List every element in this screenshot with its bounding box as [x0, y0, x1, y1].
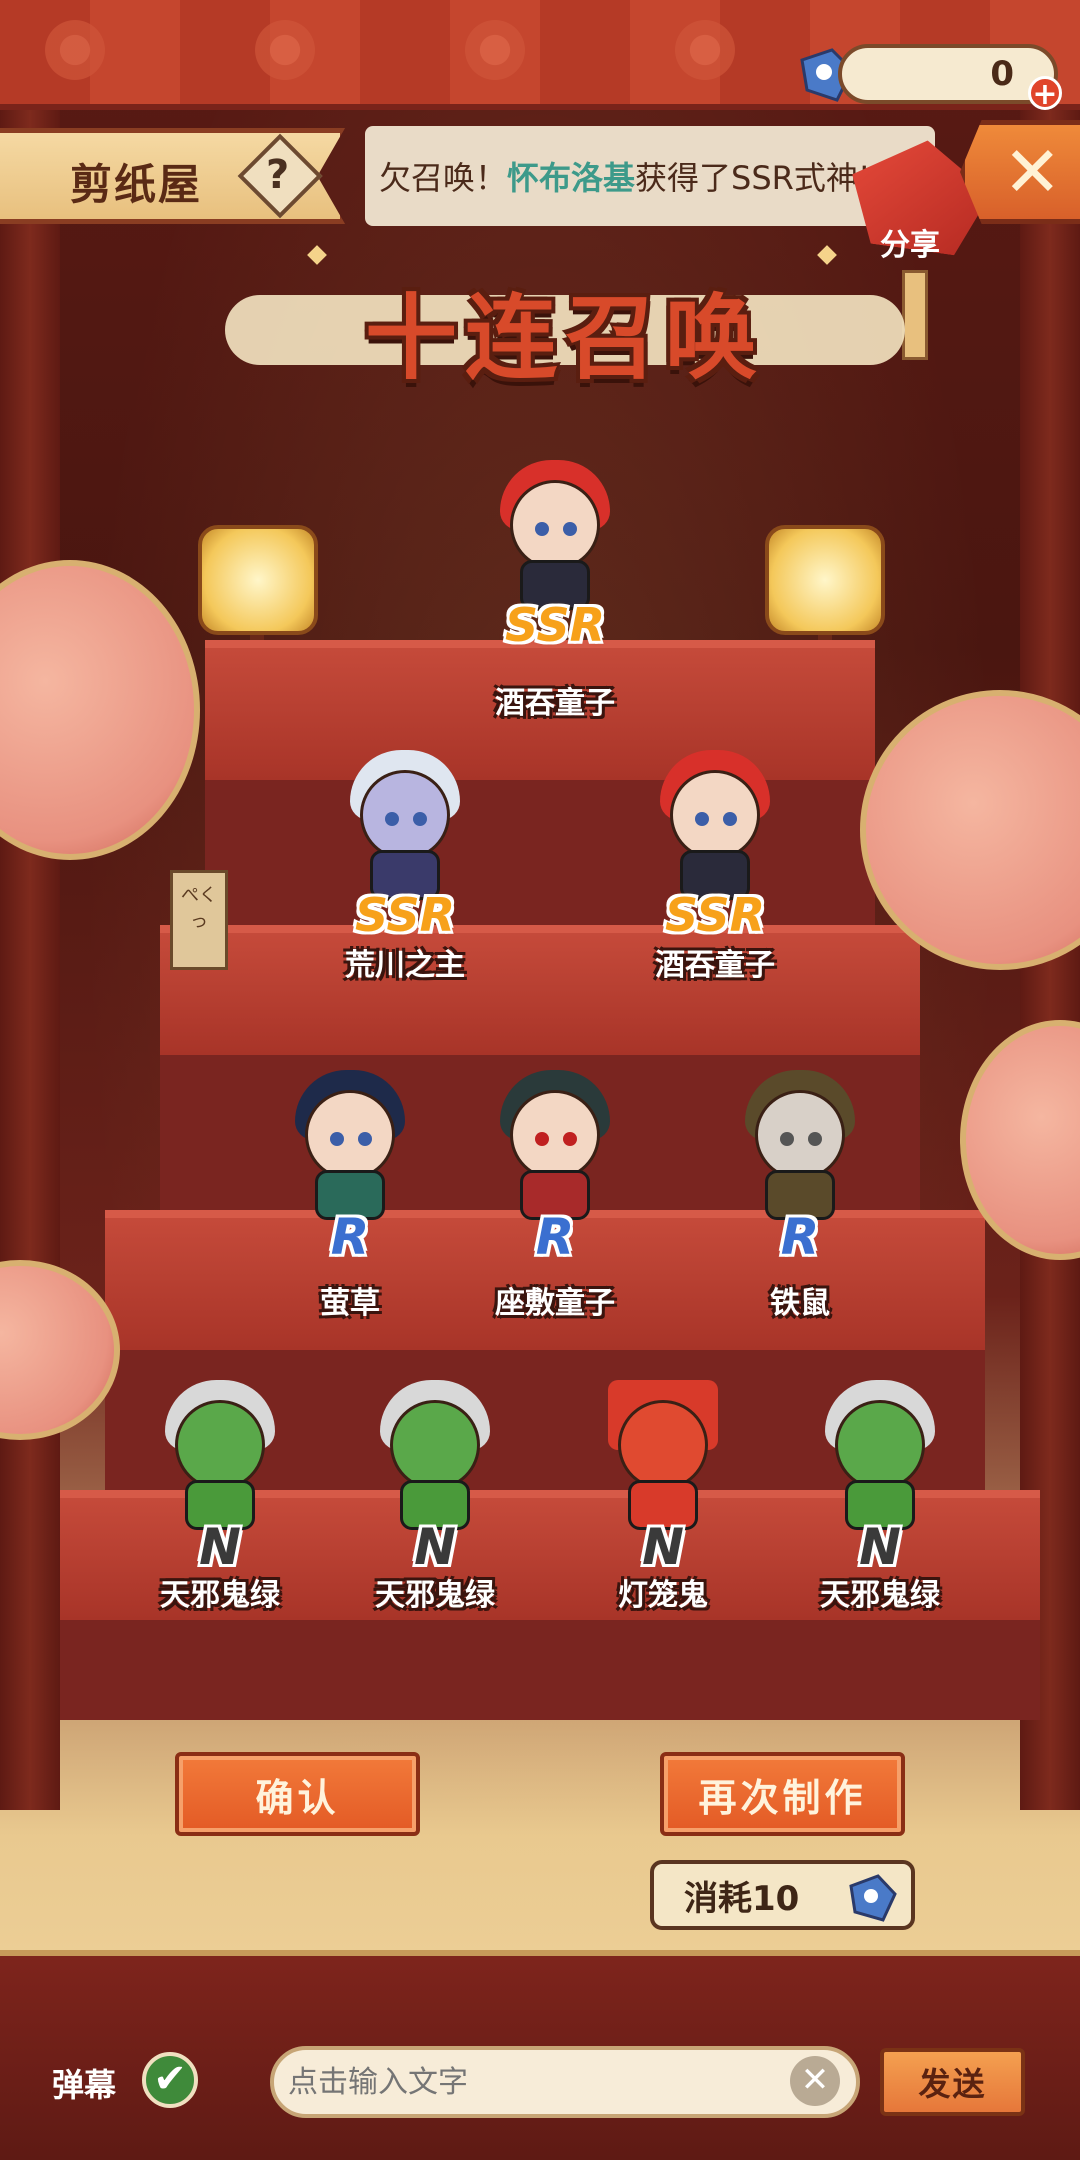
- banner-title: 十连召唤: [364, 284, 765, 392]
- shikigami-portrait: [495, 460, 615, 610]
- summon-result-card[interactable]: N 天邪鬼绿: [135, 1370, 305, 1613]
- cost-label: 消耗10: [684, 1878, 800, 1919]
- character-head: [510, 1090, 600, 1180]
- summon-result-card[interactable]: R 萤草: [265, 1060, 435, 1321]
- character-eye: [780, 1132, 794, 1146]
- character-head: [360, 770, 450, 860]
- wooden-plaque: ぺくっ: [170, 870, 228, 970]
- rarity-badge: SSR: [664, 888, 766, 942]
- character-head: [835, 1400, 925, 1490]
- confirm-button[interactable]: 确认: [175, 1752, 420, 1836]
- danmu-toggle-checkbox[interactable]: ✔: [142, 2052, 198, 2108]
- rarity-badge: SSR: [504, 598, 606, 652]
- shikigami-portrait: [495, 1070, 615, 1220]
- marquee-prefix: 欠召唤！: [379, 159, 508, 197]
- summon-result-card[interactable]: R 铁鼠: [715, 1060, 885, 1321]
- currency-counter: 0 +: [838, 44, 1062, 111]
- character-eye: [723, 812, 737, 826]
- character-head: [390, 1400, 480, 1490]
- rarity-badge: N: [642, 1518, 684, 1576]
- clear-input-button[interactable]: ✕: [790, 2056, 840, 2106]
- summon-result-card[interactable]: SSR 荒川之主: [320, 740, 490, 983]
- character-eye: [563, 1132, 577, 1146]
- shikigami-name: 座敷童子: [495, 1286, 615, 1321]
- marquee-player-name: 怀布洛基: [507, 159, 636, 197]
- shikigami-portrait: [820, 1380, 940, 1530]
- summon-result-card[interactable]: N 天邪鬼绿: [795, 1370, 965, 1613]
- shikigami-name: 天邪鬼绿: [160, 1578, 280, 1613]
- character-head: [670, 770, 760, 860]
- stair-riser-4: [60, 1620, 1040, 1720]
- marquee-suffix: 获得了SSR式神!: [635, 159, 871, 197]
- shikigami-portrait: [160, 1380, 280, 1530]
- rarity-badge: SSR: [354, 888, 456, 942]
- character-head: [618, 1400, 708, 1490]
- shikigami-name: 天邪鬼绿: [375, 1578, 495, 1613]
- character-head: [510, 480, 600, 570]
- character-eye: [808, 1132, 822, 1146]
- rarity-badge: R: [330, 1208, 370, 1266]
- currency-amount: 0: [990, 54, 1014, 94]
- shikigami-portrait: [375, 1380, 495, 1530]
- summon-result-screen: ぺくっ SSR 酒吞童子 SSR 荒川之主 SSR 酒吞童子 R 萤草 R 座敷…: [0, 0, 1080, 2160]
- summon-result-card[interactable]: SSR 酒吞童子: [470, 450, 640, 721]
- shikigami-name: 萤草: [320, 1286, 380, 1321]
- character-eye: [358, 1132, 372, 1146]
- shikigami-portrait: [345, 750, 465, 900]
- shikigami-portrait: [655, 750, 775, 900]
- shikigami-name: 酒吞童子: [495, 686, 615, 721]
- character-eye: [330, 1132, 344, 1146]
- character-eye: [535, 1132, 549, 1146]
- character-eye: [563, 522, 577, 536]
- shikigami-portrait: [740, 1070, 860, 1220]
- rarity-badge: N: [859, 1518, 901, 1576]
- character-eye: [385, 812, 399, 826]
- shop-title: 剪纸屋: [70, 160, 203, 209]
- shikigami-name: 荒川之主: [345, 948, 465, 983]
- rarity-badge: R: [535, 1208, 575, 1266]
- character-head: [755, 1090, 845, 1180]
- summon-result-card[interactable]: N 灯笼鬼: [578, 1370, 748, 1613]
- shikigami-portrait: [603, 1380, 723, 1530]
- summon-result-card[interactable]: SSR 酒吞童子: [630, 740, 800, 983]
- summon-result-card[interactable]: N 天邪鬼绿: [350, 1370, 520, 1613]
- character-eye: [535, 522, 549, 536]
- character-eye: [413, 812, 427, 826]
- shikigami-name: 天邪鬼绿: [820, 1578, 940, 1613]
- close-icon: ✕: [1003, 131, 1062, 213]
- character-eye: [695, 812, 709, 826]
- close-button[interactable]: ✕: [960, 120, 1080, 224]
- summon-cost: 消耗10: [650, 1860, 915, 1930]
- shikigami-name: 灯笼鬼: [618, 1578, 708, 1613]
- add-currency-button[interactable]: +: [1028, 76, 1062, 111]
- summon-result-card[interactable]: R 座敷童子: [470, 1060, 640, 1321]
- paper-doll-currency-icon: [849, 1874, 897, 1922]
- summon-again-button[interactable]: 再次制作: [660, 1752, 905, 1836]
- character-head: [305, 1090, 395, 1180]
- danmu-label: 弹幕: [52, 2066, 117, 2104]
- shikigami-portrait: [290, 1070, 410, 1220]
- rarity-badge: R: [780, 1208, 820, 1266]
- question-icon: ?: [265, 152, 290, 199]
- character-head: [175, 1400, 265, 1490]
- shikigami-name: 酒吞童子: [655, 948, 775, 983]
- rarity-badge: N: [199, 1518, 241, 1576]
- chat-text-input[interactable]: [270, 2046, 860, 2118]
- rarity-badge: N: [414, 1518, 456, 1576]
- share-label: 分享: [880, 228, 940, 263]
- summon-banner: 十连召唤: [225, 265, 905, 395]
- send-button[interactable]: 发送: [880, 2048, 1025, 2116]
- shikigami-name: 铁鼠: [770, 1286, 830, 1321]
- hanging-tag: [902, 270, 928, 360]
